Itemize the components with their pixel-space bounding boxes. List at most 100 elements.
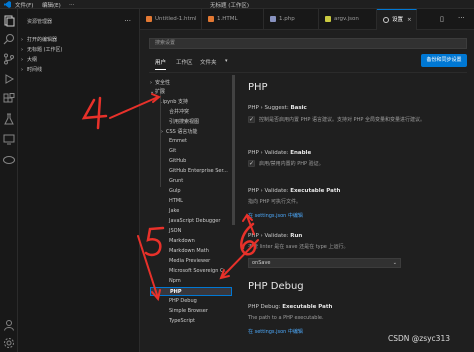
setting-name-bold: Executable Path <box>290 188 341 194</box>
tab-argv-json[interactable]: argv.json <box>319 9 377 30</box>
tab-label: 1.HTML <box>217 16 238 22</box>
manage-gear-icon[interactable] <box>3 337 15 349</box>
chevron-down-icon: ⌄ <box>392 260 397 266</box>
tab-1-php[interactable]: 1.php <box>264 9 319 30</box>
toc-item-gulp[interactable]: Gulp <box>169 188 181 194</box>
toc-item-json[interactable]: JSON <box>169 228 181 234</box>
toc-item-html[interactable]: HTML <box>169 198 183 204</box>
tab-workspace[interactable]: 工作区 <box>176 58 193 66</box>
toc-item-markdown-math[interactable]: Markdown Math <box>169 248 209 254</box>
toc-item-security[interactable]: › 安全性 <box>150 79 170 86</box>
remote-explorer-icon[interactable] <box>3 133 15 145</box>
activity-bar <box>0 9 18 352</box>
close-tab-icon[interactable]: × <box>407 17 412 23</box>
toc-item-extensions[interactable]: ⌄扩展 <box>150 88 165 95</box>
menu-more[interactable]: … <box>69 1 75 7</box>
settings-search-input[interactable]: 搜索设置 <box>149 38 467 49</box>
settings-file-icon <box>383 16 389 23</box>
setting-name: PHP › Validate: <box>248 150 291 156</box>
settings-editor: 搜索设置 用户 工作区 文件夹 ▾ 备份和同步设置 › 安全性 ⌄扩展 .ipyn… <box>140 30 474 352</box>
toc-item-php[interactable]: PHP <box>150 287 232 296</box>
more-actions-icon[interactable]: ··· <box>124 17 131 25</box>
menu-file[interactable]: 文件(F) <box>15 1 33 9</box>
toc-item-grunt[interactable]: Grunt <box>169 178 183 184</box>
setting-name: PHP › Validate: <box>248 188 291 194</box>
tab-label: 设置 <box>392 17 404 23</box>
setting-validate-enable-desc: 启用/禁用内置的 PHP 验证。 <box>259 161 324 167</box>
setting-run-title: PHP › Validate: Run <box>248 233 302 239</box>
section-title-php: PHP <box>248 82 268 93</box>
setting-name: PHP › Validate: <box>248 233 291 239</box>
validate-enable-checkbox[interactable]: ✓ <box>248 160 255 167</box>
toc-item-npm[interactable]: Npm <box>169 278 181 284</box>
window-title: 无标题 (工作区) <box>210 3 250 9</box>
toc-item-php-debug[interactable]: PHP Debug <box>169 298 197 304</box>
setting-suggest-title: PHP › Suggest: Basic <box>248 105 307 111</box>
toc-item-github[interactable]: GitHub <box>169 158 186 164</box>
tab-folder[interactable]: 文件夹 <box>200 58 217 66</box>
setting-name-bold: Executable Path <box>282 304 333 310</box>
toc-item-microsoft-sovereign[interactable]: Microsoft Sovereign C... <box>169 268 228 274</box>
toc-item-css[interactable]: › CSS 语言功能 <box>161 128 197 135</box>
toc-label: CSS 语言功能 <box>166 129 198 135</box>
sidebar-item-open-editors[interactable]: › 打开的编辑器 <box>21 36 57 43</box>
more-actions-icon[interactable]: ··· <box>458 14 465 22</box>
toc-label: 扩展 <box>155 89 166 95</box>
setting-name: PHP Debug: <box>248 304 283 310</box>
toc-item-github-enterprise[interactable]: GitHub Enterprise Ser... <box>169 168 228 174</box>
sidebar-item-workspace[interactable]: › 无标题 (工作区) <box>21 46 63 53</box>
edit-in-settings-json-link[interactable]: 在 settings.json 中编辑 <box>248 328 303 335</box>
account-icon[interactable] <box>3 319 15 331</box>
toc-scrollbar[interactable] <box>232 75 235 225</box>
toc-item-emmet[interactable]: Emmet <box>169 138 187 144</box>
run-debug-icon[interactable] <box>3 73 15 85</box>
suggest-basic-checkbox[interactable]: ✓ <box>248 116 255 123</box>
backup-sync-button[interactable]: 备份和同步设置 <box>421 54 467 67</box>
setting-validate-enable-title: PHP › Validate: Enable <box>248 150 311 156</box>
toc-item-merge-conflict[interactable]: 合并冲突 <box>169 108 189 115</box>
toc-label: 安全性 <box>155 80 171 86</box>
dropdown-value: onSave <box>252 260 271 266</box>
explorer-icon[interactable] <box>3 15 15 27</box>
chevron-down-icon[interactable]: ▾ <box>225 58 228 64</box>
explorer-header: 资源管理器 <box>27 19 53 25</box>
toc-item-simple-browser[interactable]: Simple Browser <box>169 308 208 314</box>
toc-item-references-view[interactable]: 引用搜索视图 <box>169 118 199 125</box>
html-file-icon <box>208 15 214 22</box>
toc-item-jake[interactable]: Jake <box>169 208 179 214</box>
sidebar-item-timeline[interactable]: › 时间线 <box>21 66 42 73</box>
tab-1-html[interactable]: 1.HTML <box>202 9 264 30</box>
setting-run-desc: 不管 linter 是在 save 还是在 type 上运行。 <box>248 244 349 250</box>
toc-item-typescript[interactable]: TypeScript <box>169 318 195 324</box>
tab-settings[interactable]: 设置 × <box>377 9 417 30</box>
testing-icon[interactable] <box>3 113 15 125</box>
split-editor-icon[interactable]: ▯ <box>440 15 444 23</box>
watermark: CSDN @zsyc313 <box>388 334 450 343</box>
php-icon[interactable] <box>3 154 15 166</box>
tab-user[interactable]: 用户 <box>155 58 167 70</box>
toc-item-media-previewer[interactable]: Media Previewer <box>169 258 210 264</box>
setting-executable-desc: 指向 PHP 可执行文件。 <box>248 199 301 205</box>
menu-edit[interactable]: 编辑(E) <box>42 1 61 9</box>
sidebar-item-outline[interactable]: › 大纲 <box>21 56 37 63</box>
sidebar-item-label: 大纲 <box>27 57 38 63</box>
toc-item-git[interactable]: Git <box>169 148 176 154</box>
tab-untitled-html[interactable]: Untitled-1.html <box>140 9 202 30</box>
setting-name-bold: Basic <box>290 105 307 111</box>
tab-label: argv.json <box>334 16 359 22</box>
run-dropdown[interactable]: onSave ⌄ <box>248 258 401 268</box>
source-control-icon[interactable] <box>3 53 15 65</box>
setting-debug-exec-title: PHP Debug: Executable Path <box>248 304 332 310</box>
sidebar-item-label: 打开的编辑器 <box>27 37 58 43</box>
sidebar-item-label: 无标题 (工作区) <box>27 47 63 53</box>
toc-item-ipynb[interactable]: .ipynb 支持 <box>161 98 188 105</box>
tab-label: Untitled-1.html <box>155 16 197 22</box>
setting-name-bold: Run <box>290 233 303 239</box>
search-icon[interactable] <box>3 33 15 45</box>
settings-scope-tabs: 用户 工作区 文件夹 ▾ <box>149 56 424 70</box>
toc-item-markdown[interactable]: Markdown <box>169 238 195 244</box>
extensions-icon[interactable] <box>3 93 15 105</box>
tab-label: 1.php <box>279 16 295 22</box>
toc-item-js-debugger[interactable]: JavaScript Debugger <box>169 218 220 224</box>
edit-in-settings-json-link[interactable]: 在 settings.json 中编辑 <box>248 212 303 219</box>
